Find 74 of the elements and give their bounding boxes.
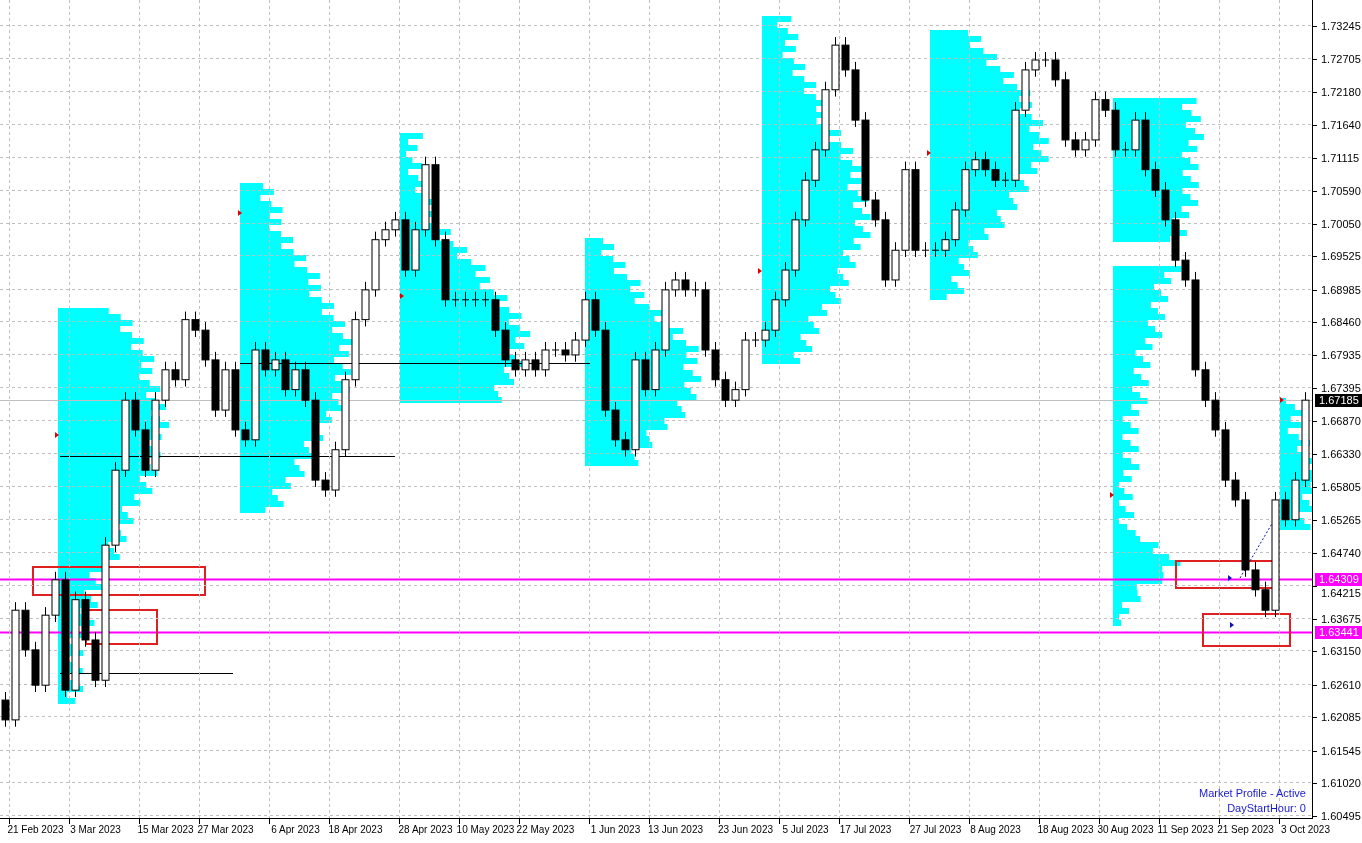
indicator-setting-text: DayStartHour: 0: [1227, 801, 1306, 816]
date-label: 1 Jun 2023: [590, 823, 641, 836]
candle: [521, 351, 530, 378]
candle: [531, 351, 540, 378]
price-label: 1.71115: [1321, 151, 1360, 164]
date-label: 22 May 2023: [516, 823, 575, 836]
candle: [291, 361, 300, 397]
price-badge: 1.64309: [1315, 573, 1362, 586]
price-label: 1.64215: [1321, 586, 1361, 599]
price-label: 1.65265: [1321, 513, 1361, 526]
candle: [651, 341, 660, 397]
price-label: 1.65805: [1321, 480, 1361, 493]
date-label: 21 Feb 2023: [7, 823, 64, 836]
candle: [211, 351, 220, 418]
arrow-marker-icon: [1110, 492, 1114, 498]
price-label: 1.68460: [1321, 315, 1361, 328]
date-label: 27 Jul 2023: [909, 823, 962, 836]
date-label: 13 Jun 2023: [647, 823, 704, 836]
arrow-marker-icon: [55, 432, 59, 438]
arrow-marker-icon: [1280, 397, 1284, 403]
arrow-marker-icon: [400, 293, 404, 299]
arrow-marker-icon: [758, 268, 762, 274]
date-label: 17 Jul 2023: [839, 823, 892, 836]
date-label: 6 Apr 2023: [271, 823, 320, 836]
arrow-marker-icon: [238, 210, 242, 216]
candle: [721, 371, 730, 408]
candle: [471, 291, 480, 308]
price-label: 1.71640: [1321, 118, 1361, 131]
date-label: 15 Mar 2023: [137, 823, 194, 836]
date-label: 23 Jun 2023: [717, 823, 774, 836]
price-label: 1.69525: [1321, 249, 1361, 262]
price-label: 1.61545: [1321, 744, 1361, 757]
price-label: 1.73245: [1321, 19, 1361, 32]
price-label: 1.63150: [1321, 644, 1361, 657]
price-label: 1.72180: [1321, 85, 1361, 98]
candle: [461, 291, 470, 308]
price-label: 1.70050: [1321, 217, 1361, 230]
candle: [1161, 181, 1170, 228]
date-label: 3 Oct 2023: [1281, 823, 1330, 836]
price-label: 1.67935: [1321, 348, 1361, 361]
candle: [791, 211, 800, 278]
candle: [801, 171, 810, 228]
date-label: 18 Aug 2023: [1037, 823, 1094, 836]
price-label: 1.66870: [1321, 414, 1361, 427]
price-label: 1.64740: [1321, 546, 1361, 559]
date-label: 11 Sep 2023: [1157, 823, 1214, 836]
date-label: 8 Aug 2023: [970, 823, 1021, 836]
date-label: 21 Sep 2023: [1217, 823, 1274, 836]
price-badge: 1.67185: [1315, 394, 1362, 407]
price-label: 1.66330: [1321, 447, 1361, 460]
arrow-marker-icon: [927, 150, 931, 156]
price-label: 1.70590: [1321, 184, 1361, 197]
date-label: 3 Mar 2023: [70, 823, 121, 836]
price-label: 1.62085: [1321, 710, 1361, 723]
candle: [1211, 391, 1220, 438]
date-label: 5 Jul 2023: [782, 823, 829, 836]
date-label: 30 Aug 2023: [1097, 823, 1154, 836]
price-label: 1.60495: [1321, 809, 1361, 822]
candle: [221, 361, 230, 418]
price-label: 1.67395: [1321, 381, 1361, 394]
date-label: 10 May 2023: [456, 823, 515, 836]
price-label: 1.63675: [1321, 612, 1361, 625]
price-label: 1.68985: [1321, 283, 1361, 296]
price-label: 1.61020: [1321, 776, 1361, 789]
date-label: 27 Mar 2023: [197, 823, 254, 836]
price-badge: 1.63441: [1315, 626, 1362, 639]
candle: [781, 261, 790, 308]
price-label: 1.62610: [1321, 678, 1361, 691]
date-label: 18 Apr 2023: [328, 823, 383, 836]
candle: [981, 151, 990, 177]
indicator-status-text: Market Profile - Active: [1199, 786, 1306, 801]
price-label: 1.72705: [1321, 52, 1361, 65]
date-label: 28 Apr 2023: [398, 823, 453, 836]
arrow-marker-icon: [1230, 622, 1234, 628]
